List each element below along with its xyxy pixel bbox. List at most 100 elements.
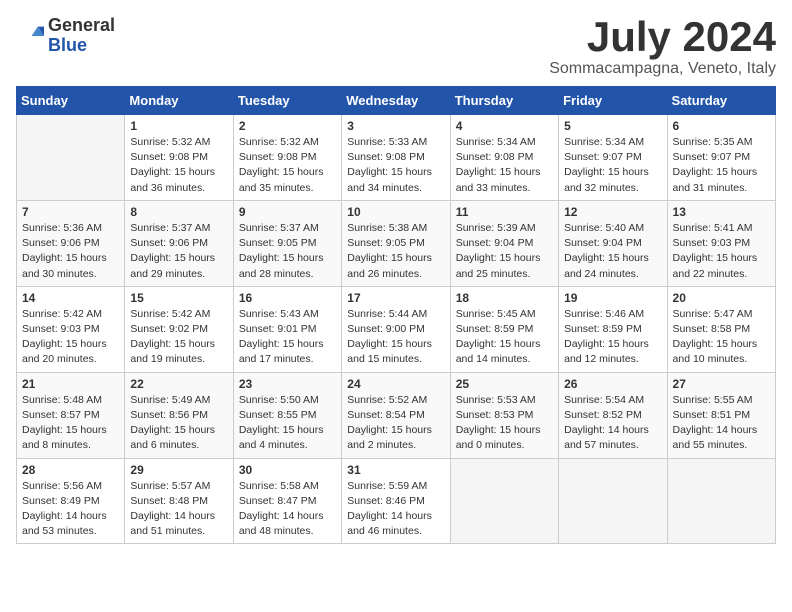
cell-details: Sunrise: 5:35 AMSunset: 9:07 PMDaylight:… xyxy=(673,135,770,196)
calendar-week-row: 21Sunrise: 5:48 AMSunset: 8:57 PMDayligh… xyxy=(17,372,776,458)
day-number: 9 xyxy=(239,205,336,219)
calendar-cell: 24Sunrise: 5:52 AMSunset: 8:54 PMDayligh… xyxy=(342,372,450,458)
day-number: 23 xyxy=(239,377,336,391)
calendar-cell: 11 Sunrise: 5:39 AMSunset: 9:04 PMDayligh… xyxy=(450,200,558,286)
cell-details: Sunrise: 5:44 AMSunset: 9:00 PMDaylight:… xyxy=(347,307,444,368)
calendar-cell: 5 Sunrise: 5:34 AMSunset: 9:07 PMDaylight… xyxy=(559,115,667,201)
calendar-cell: 16 Sunrise: 5:43 AMSunset: 9:01 PMDayligh… xyxy=(233,286,341,372)
cell-details: Sunrise: 5:41 AMSunset: 9:03 PMDaylight:… xyxy=(673,221,770,282)
day-number: 6 xyxy=(673,119,770,133)
day-number: 31 xyxy=(347,463,444,477)
cell-details: Sunrise: 5:45 AMSunset: 8:59 PMDaylight:… xyxy=(456,307,553,368)
calendar-cell: 6 Sunrise: 5:35 AMSunset: 9:07 PMDaylight… xyxy=(667,115,775,201)
day-number: 15 xyxy=(130,291,227,305)
day-number: 26 xyxy=(564,377,661,391)
calendar-cell: 26 Sunrise: 5:54 AMSunset: 8:52 PMDayligh… xyxy=(559,372,667,458)
calendar-table: SundayMondayTuesdayWednesdayThursdayFrid… xyxy=(16,86,776,544)
col-header-sunday: Sunday xyxy=(17,87,125,115)
calendar-cell: 10 Sunrise: 5:38 AMSunset: 9:05 PMDayligh… xyxy=(342,200,450,286)
day-number: 4 xyxy=(456,119,553,133)
cell-details: Sunrise: 5:42 AMSunset: 9:03 PMDaylight:… xyxy=(22,307,119,368)
logo-text: General Blue xyxy=(48,16,115,56)
logo: General Blue xyxy=(16,16,115,56)
calendar-cell: 15 Sunrise: 5:42 AMSunset: 9:02 PMDayligh… xyxy=(125,286,233,372)
day-number: 14 xyxy=(22,291,119,305)
col-header-wednesday: Wednesday xyxy=(342,87,450,115)
cell-details: Sunrise: 5:42 AMSunset: 9:02 PMDaylight:… xyxy=(130,307,227,368)
calendar-cell xyxy=(559,458,667,544)
cell-details: Sunrise: 5:55 AMSunset: 8:51 PMDaylight:… xyxy=(673,393,770,454)
day-number: 1 xyxy=(130,119,227,133)
cell-details: Sunrise: 5:32 AMSunset: 9:08 PMDaylight:… xyxy=(239,135,336,196)
calendar-cell: 3 Sunrise: 5:33 AMSunset: 9:08 PMDaylight… xyxy=(342,115,450,201)
logo-blue: Blue xyxy=(48,36,115,56)
calendar-cell: 4 Sunrise: 5:34 AMSunset: 9:08 PMDaylight… xyxy=(450,115,558,201)
cell-details: Sunrise: 5:39 AMSunset: 9:04 PMDaylight:… xyxy=(456,221,553,282)
calendar-cell: 21Sunrise: 5:48 AMSunset: 8:57 PMDayligh… xyxy=(17,372,125,458)
cell-details: Sunrise: 5:48 AMSunset: 8:57 PMDaylight:… xyxy=(22,393,119,454)
calendar-week-row: 14 Sunrise: 5:42 AMSunset: 9:03 PMDayligh… xyxy=(17,286,776,372)
calendar-cell: 28 Sunrise: 5:56 AMSunset: 8:49 PMDayligh… xyxy=(17,458,125,544)
cell-details: Sunrise: 5:58 AMSunset: 8:47 PMDaylight:… xyxy=(239,479,336,540)
day-number: 16 xyxy=(239,291,336,305)
day-number: 18 xyxy=(456,291,553,305)
day-number: 25 xyxy=(456,377,553,391)
calendar-cell: 18 Sunrise: 5:45 AMSunset: 8:59 PMDayligh… xyxy=(450,286,558,372)
calendar-cell: 23Sunrise: 5:50 AMSunset: 8:55 PMDayligh… xyxy=(233,372,341,458)
cell-details: Sunrise: 5:36 AMSunset: 9:06 PMDaylight:… xyxy=(22,221,119,282)
day-number: 30 xyxy=(239,463,336,477)
cell-details: Sunrise: 5:43 AMSunset: 9:01 PMDaylight:… xyxy=(239,307,336,368)
cell-details: Sunrise: 5:37 AMSunset: 9:06 PMDaylight:… xyxy=(130,221,227,282)
calendar-cell: 19 Sunrise: 5:46 AMSunset: 8:59 PMDayligh… xyxy=(559,286,667,372)
cell-details: Sunrise: 5:40 AMSunset: 9:04 PMDaylight:… xyxy=(564,221,661,282)
day-number: 8 xyxy=(130,205,227,219)
col-header-saturday: Saturday xyxy=(667,87,775,115)
logo-general: General xyxy=(48,16,115,36)
calendar-cell: 29 Sunrise: 5:57 AMSunset: 8:48 PMDayligh… xyxy=(125,458,233,544)
location-title: Sommacampagna, Veneto, Italy xyxy=(549,60,776,78)
cell-details: Sunrise: 5:54 AMSunset: 8:52 PMDaylight:… xyxy=(564,393,661,454)
day-number: 27 xyxy=(673,377,770,391)
day-number: 19 xyxy=(564,291,661,305)
logo-icon xyxy=(16,22,44,50)
cell-details: Sunrise: 5:32 AMSunset: 9:08 PMDaylight:… xyxy=(130,135,227,196)
calendar-cell: 1 Sunrise: 5:32 AMSunset: 9:08 PMDaylight… xyxy=(125,115,233,201)
col-header-thursday: Thursday xyxy=(450,87,558,115)
cell-details: Sunrise: 5:49 AMSunset: 8:56 PMDaylight:… xyxy=(130,393,227,454)
day-number: 17 xyxy=(347,291,444,305)
calendar-cell: 17 Sunrise: 5:44 AMSunset: 9:00 PMDayligh… xyxy=(342,286,450,372)
calendar-cell xyxy=(17,115,125,201)
calendar-cell: 8 Sunrise: 5:37 AMSunset: 9:06 PMDaylight… xyxy=(125,200,233,286)
day-number: 22 xyxy=(130,377,227,391)
day-number: 29 xyxy=(130,463,227,477)
cell-details: Sunrise: 5:59 AMSunset: 8:46 PMDaylight:… xyxy=(347,479,444,540)
cell-details: Sunrise: 5:34 AMSunset: 9:08 PMDaylight:… xyxy=(456,135,553,196)
cell-details: Sunrise: 5:38 AMSunset: 9:05 PMDaylight:… xyxy=(347,221,444,282)
calendar-cell: 13Sunrise: 5:41 AMSunset: 9:03 PMDayligh… xyxy=(667,200,775,286)
cell-details: Sunrise: 5:56 AMSunset: 8:49 PMDaylight:… xyxy=(22,479,119,540)
day-number: 10 xyxy=(347,205,444,219)
calendar-week-row: 28 Sunrise: 5:56 AMSunset: 8:49 PMDayligh… xyxy=(17,458,776,544)
calendar-week-row: 1 Sunrise: 5:32 AMSunset: 9:08 PMDaylight… xyxy=(17,115,776,201)
day-number: 3 xyxy=(347,119,444,133)
calendar-cell xyxy=(450,458,558,544)
month-title: July 2024 xyxy=(549,16,776,58)
calendar-cell: 2 Sunrise: 5:32 AMSunset: 9:08 PMDaylight… xyxy=(233,115,341,201)
day-number: 11 xyxy=(456,205,553,219)
cell-details: Sunrise: 5:53 AMSunset: 8:53 PMDaylight:… xyxy=(456,393,553,454)
day-number: 20 xyxy=(673,291,770,305)
calendar-cell: 30 Sunrise: 5:58 AMSunset: 8:47 PMDayligh… xyxy=(233,458,341,544)
day-number: 5 xyxy=(564,119,661,133)
day-number: 2 xyxy=(239,119,336,133)
cell-details: Sunrise: 5:57 AMSunset: 8:48 PMDaylight:… xyxy=(130,479,227,540)
day-number: 28 xyxy=(22,463,119,477)
cell-details: Sunrise: 5:46 AMSunset: 8:59 PMDaylight:… xyxy=(564,307,661,368)
title-block: July 2024 Sommacampagna, Veneto, Italy xyxy=(549,16,776,78)
calendar-cell: 22 Sunrise: 5:49 AMSunset: 8:56 PMDayligh… xyxy=(125,372,233,458)
cell-details: Sunrise: 5:33 AMSunset: 9:08 PMDaylight:… xyxy=(347,135,444,196)
col-header-monday: Monday xyxy=(125,87,233,115)
calendar-cell: 12Sunrise: 5:40 AMSunset: 9:04 PMDayligh… xyxy=(559,200,667,286)
cell-details: Sunrise: 5:34 AMSunset: 9:07 PMDaylight:… xyxy=(564,135,661,196)
calendar-cell: 31 Sunrise: 5:59 AMSunset: 8:46 PMDayligh… xyxy=(342,458,450,544)
calendar-cell: 27 Sunrise: 5:55 AMSunset: 8:51 PMDayligh… xyxy=(667,372,775,458)
